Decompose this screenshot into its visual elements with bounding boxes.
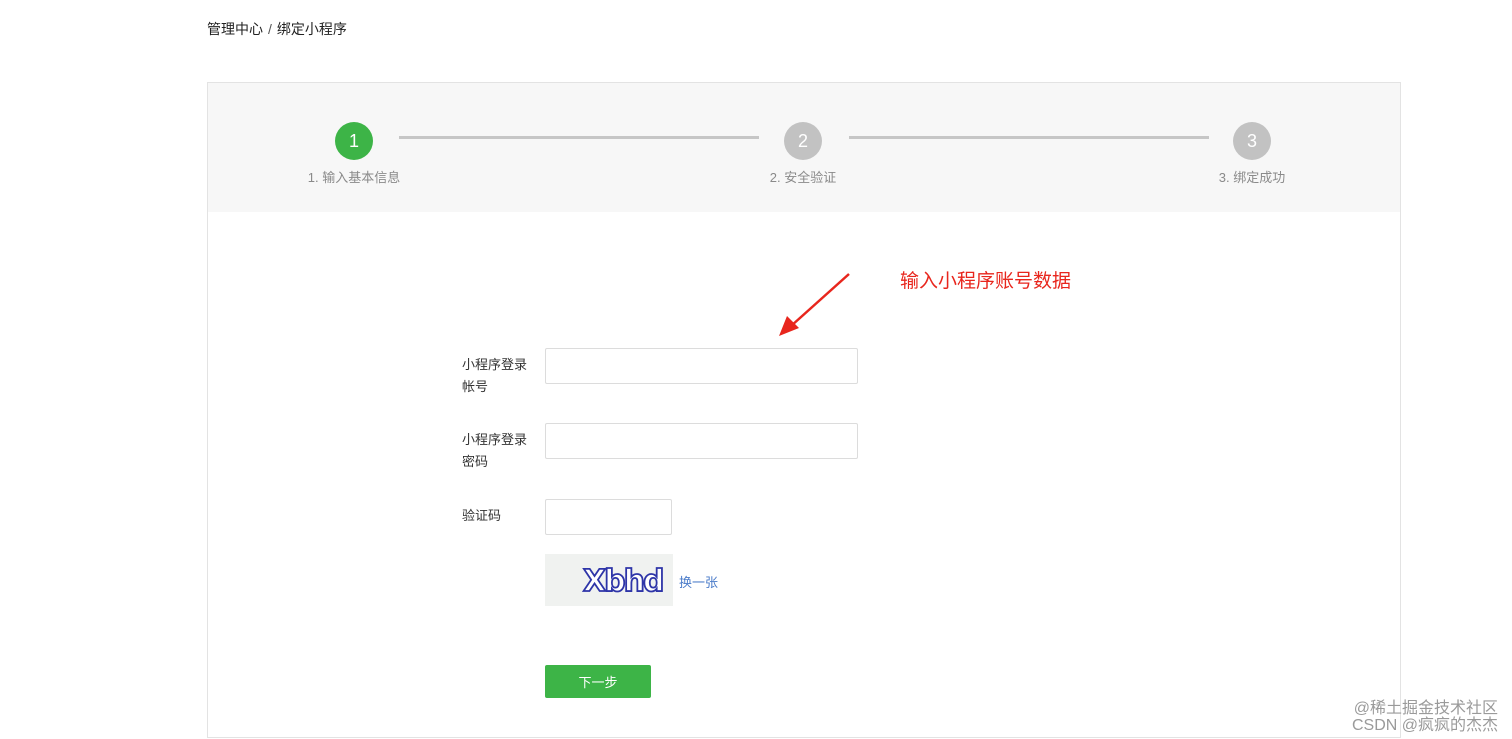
next-step-button[interactable]: 下一步 <box>545 665 651 698</box>
step-3-circle: 3 <box>1233 122 1271 160</box>
password-input[interactable] <box>545 423 858 459</box>
breadcrumb-separator: / <box>268 21 272 37</box>
refresh-captcha-link[interactable]: 换一张 <box>679 572 718 591</box>
account-label: 小程序登录帐号 <box>462 357 528 394</box>
step-2-circle: 2 <box>784 122 822 160</box>
bind-miniprogram-card: 1 2 3 1. 输入基本信息 2. 安全验证 3. 绑定成功 输入小程序账号数… <box>207 82 1401 738</box>
watermark-csdn: CSDN @疯疯的杰杰 <box>1351 717 1498 734</box>
captcha-image-drawing: Xbhd <box>582 563 665 600</box>
breadcrumb-parent[interactable]: 管理中心 <box>207 19 263 39</box>
annotation-text: 输入小程序账号数据 <box>900 271 1072 292</box>
breadcrumb-current: 绑定小程序 <box>276 21 347 37</box>
step-1-circle: 1 <box>335 122 373 160</box>
password-label: 小程序登录密码 <box>462 432 528 469</box>
page: 管理中心 / 绑定小程序 1 2 3 1. 输入基本信息 2. 安全验证 3. 绑定… <box>0 0 1512 739</box>
captcha-label: 验证码 <box>462 508 502 523</box>
breadcrumb: 管理中心 / 绑定小程序 <box>207 19 347 39</box>
annotation-arrow-icon <box>779 273 850 336</box>
step-connector-2 <box>849 136 1209 139</box>
captcha-input[interactable] <box>545 499 672 535</box>
step-connector-1 <box>399 136 759 139</box>
step-2-label: 2. 安全验证 <box>769 170 837 185</box>
account-input[interactable] <box>545 348 858 384</box>
steps-header: 1 2 3 1. 输入基本信息 2. 安全验证 3. 绑定成功 <box>208 83 1400 212</box>
captcha-image[interactable]: Xbhd <box>545 554 673 606</box>
step-1-label: 1. 输入基本信息 <box>307 170 401 185</box>
step-3-label: 3. 绑定成功 <box>1218 170 1286 185</box>
captcha-image-text: Xbhd <box>583 564 662 599</box>
